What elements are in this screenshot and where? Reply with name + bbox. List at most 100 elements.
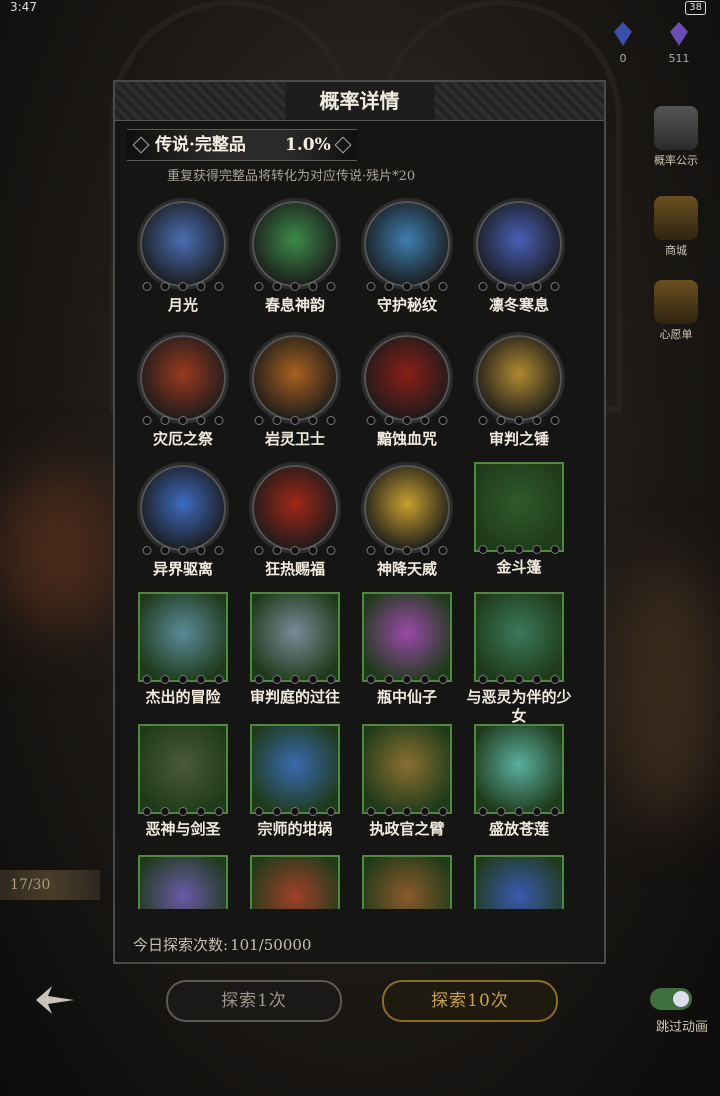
item-cell[interactable]: 春息神韵 (239, 198, 351, 315)
star-slot-icon (290, 546, 300, 555)
star-slot-icon (196, 807, 206, 816)
back-arrow-icon[interactable] (34, 982, 76, 1018)
item-thumbnail (137, 198, 229, 291)
star-slot-icon (478, 675, 488, 684)
star-slot-icon (272, 807, 282, 816)
star-slot-icon (532, 282, 542, 291)
shop-button[interactable]: 商城 (646, 196, 706, 258)
star-slot-icon (384, 546, 394, 555)
item-thumbnail (361, 332, 453, 425)
star-slot-icon (308, 546, 318, 555)
explore-ten-button[interactable]: 探索10次 (382, 980, 558, 1022)
star-slot-icon (290, 807, 300, 816)
item-thumbnail (473, 198, 565, 291)
item-thumbnail (474, 724, 564, 816)
item-cell[interactable]: 盛放苍莲 (463, 724, 575, 839)
star-slots (254, 807, 336, 816)
item-cell[interactable]: 守护秘纹 (351, 198, 463, 315)
item-name: 灾厄之祭 (152, 430, 213, 448)
item-thumbnail (361, 198, 453, 291)
star-slot-icon (550, 416, 560, 425)
star-slot-icon (420, 416, 430, 425)
star-slot-icon (402, 807, 412, 816)
item-name: 黯蚀血咒 (376, 430, 437, 448)
progress-counter: 17/30 (0, 870, 100, 900)
item-name: 春息神韵 (264, 296, 325, 314)
item-cell[interactable] (239, 855, 351, 909)
star-slot-icon (272, 546, 282, 555)
star-slot-icon (272, 675, 282, 684)
item-cell[interactable]: 恶神与剑圣 (127, 724, 239, 839)
star-slot-icon (178, 416, 188, 425)
item-cell[interactable] (351, 855, 463, 909)
star-slot-icon (478, 282, 488, 291)
star-slot-icon (478, 545, 488, 554)
probability-label: 概率公示 (654, 154, 698, 167)
background-glow (610, 560, 720, 820)
item-cell[interactable]: 执政官之臂 (351, 724, 463, 839)
star-slot-icon (326, 416, 336, 425)
star-slot-icon (272, 282, 282, 291)
item-thumbnail (361, 462, 453, 555)
star-slot-icon (366, 675, 376, 684)
item-cell[interactable]: 与恶灵为伴的少女 (463, 592, 575, 726)
item-cell[interactable]: 异界驱离 (127, 462, 239, 579)
item-name: 守护秘纹 (376, 296, 437, 314)
item-cell[interactable] (127, 855, 239, 909)
item-cell[interactable]: 月光 (127, 198, 239, 315)
star-slot-icon (142, 546, 152, 555)
currency-blue: 0 (608, 22, 638, 65)
item-cell[interactable]: 审判之锤 (463, 332, 575, 449)
star-slot-icon (178, 807, 188, 816)
star-slot-icon (438, 546, 448, 555)
star-slot-icon (214, 416, 224, 425)
probability-button[interactable]: 概率公示 (646, 106, 706, 168)
star-slot-icon (402, 282, 412, 291)
currency-purple: 511 (664, 22, 694, 65)
star-slot-icon (420, 807, 430, 816)
item-cell[interactable]: 瓶中仙子 (351, 592, 463, 707)
star-slot-icon (532, 416, 542, 425)
item-thumbnail (362, 724, 452, 816)
item-cell[interactable]: 审判庭的过往 (239, 592, 351, 707)
item-cell[interactable]: 宗师的坩埚 (239, 724, 351, 839)
star-slot-icon (514, 545, 524, 554)
item-thumbnail (362, 592, 452, 684)
star-slot-icon (160, 282, 170, 291)
star-slot-icon (254, 546, 264, 555)
item-cell[interactable] (463, 855, 575, 909)
star-slot-icon (308, 282, 318, 291)
explore-once-button[interactable]: 探索1次 (166, 980, 342, 1022)
wishlist-icon (654, 280, 698, 324)
star-slot-icon (438, 807, 448, 816)
item-cell[interactable]: 岩灵卫士 (239, 332, 351, 449)
star-slot-icon (420, 546, 430, 555)
item-cell[interactable]: 狂热赐福 (239, 462, 351, 579)
item-cell[interactable]: 凛冬寒息 (463, 198, 575, 315)
dialog-body[interactable]: 传说·完整品 1.0% 重复获得完整品将转化为对应传说·残片*20 月光 春息神韵… (127, 129, 592, 909)
star-slot-icon (384, 675, 394, 684)
item-cell[interactable]: 杰出的冒险 (127, 592, 239, 707)
star-slot-icon (196, 675, 206, 684)
item-cell[interactable]: 灾厄之祭 (127, 332, 239, 449)
item-cell[interactable]: 金斗篷 (463, 462, 575, 577)
item-thumbnail (138, 592, 228, 684)
skip-animation-toggle[interactable] (650, 988, 692, 1010)
item-thumbnail (473, 332, 565, 425)
star-slot-icon (496, 282, 506, 291)
diamond-icon (132, 136, 150, 154)
background-glow (0, 470, 120, 630)
star-slot-icon (254, 282, 264, 291)
daily-explore-count: 今日探索次数: 101/50000 (133, 934, 311, 955)
star-slots (478, 282, 560, 291)
item-cell[interactable]: 神降天威 (351, 462, 463, 579)
blue-gem-icon (614, 22, 632, 46)
star-slot-icon (160, 546, 170, 555)
star-slot-icon (514, 675, 524, 684)
shop-label: 商城 (665, 244, 687, 257)
item-cell[interactable]: 黯蚀血咒 (351, 332, 463, 449)
item-name: 审判之锤 (488, 430, 549, 448)
star-slot-icon (326, 807, 336, 816)
probability-icon (654, 106, 698, 150)
wishlist-button[interactable]: 心愿单 (646, 280, 706, 342)
